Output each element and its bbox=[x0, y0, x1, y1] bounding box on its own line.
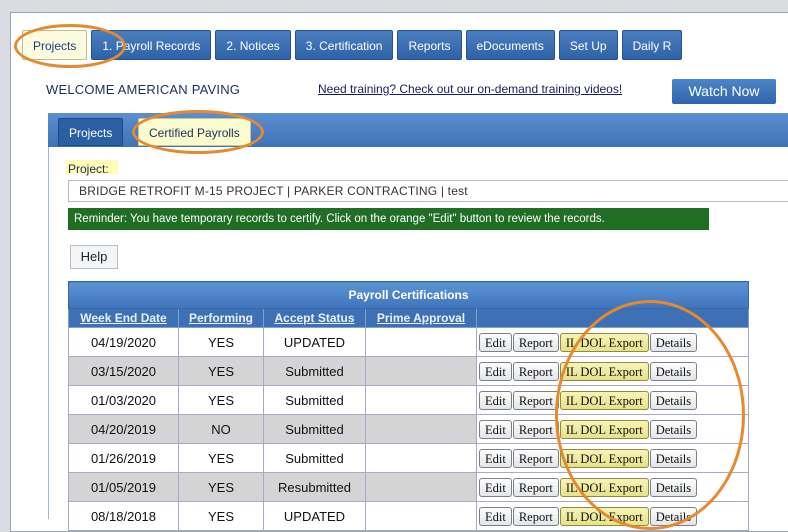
details-button[interactable]: Details bbox=[649, 506, 698, 526]
sub-tab-certified-payrolls[interactable]: Certified Payrolls bbox=[138, 118, 251, 146]
cell-prime-approval bbox=[365, 472, 477, 502]
il-dol-export-button[interactable]: IL DOL Export bbox=[559, 477, 649, 497]
edit-button[interactable]: Edit bbox=[479, 332, 512, 352]
il-dol-export-button[interactable]: IL DOL Export bbox=[559, 361, 649, 381]
cell-actions: Edit Report IL DOL Export Details bbox=[476, 356, 749, 386]
project-label: Project: bbox=[68, 162, 109, 176]
cell-prime-approval bbox=[365, 501, 477, 531]
reminder-banner: Reminder: You have temporary records to … bbox=[68, 208, 709, 230]
report-button[interactable]: Report bbox=[512, 390, 559, 410]
cell-week-end-date: 01/26/2019 bbox=[68, 443, 179, 473]
cell-performing: YES bbox=[178, 501, 264, 531]
details-button[interactable]: Details bbox=[649, 419, 698, 439]
table-row: 01/03/2020 YES Submitted Edit Report IL DOL E… bbox=[68, 385, 749, 415]
project-select[interactable]: BRIDGE RETROFIT M-15 PROJECT | PARKER CO… bbox=[68, 180, 788, 202]
welcome-text: WELCOME AMERICAN PAVING bbox=[46, 82, 241, 97]
cell-accept-status: Submitted bbox=[263, 385, 366, 415]
il-dol-export-button[interactable]: IL DOL Export bbox=[559, 332, 649, 352]
main-nav: Projects 1. Payroll Records 2. Notices 3… bbox=[22, 30, 788, 60]
cell-week-end-date: 08/18/2018 bbox=[68, 501, 179, 531]
report-button[interactable]: Report bbox=[512, 361, 559, 381]
il-dol-export-button[interactable]: IL DOL Export bbox=[559, 506, 649, 526]
payroll-certifications-table: Payroll Certifications Week End Date Per… bbox=[68, 281, 749, 531]
main-tab-projects[interactable]: Projects bbox=[22, 30, 88, 60]
table-row: 01/26/2019 YES Submitted Edit Report IL DOL E… bbox=[68, 443, 749, 473]
table-row: 03/15/2020 YES Submitted Edit Report IL DOL E… bbox=[68, 356, 749, 386]
table-row: 04/20/2019 NO Submitted Edit Report IL DOL Ex… bbox=[68, 414, 749, 444]
report-button[interactable]: Report bbox=[512, 419, 559, 439]
cell-accept-status: Submitted bbox=[263, 414, 366, 444]
il-dol-export-button[interactable]: IL DOL Export bbox=[559, 448, 649, 468]
cell-actions: Edit Report IL DOL Export Details bbox=[476, 327, 749, 357]
help-button[interactable]: Help bbox=[70, 245, 118, 269]
cell-week-end-date: 01/05/2019 bbox=[68, 472, 179, 502]
column-actions bbox=[476, 308, 749, 328]
cell-performing: YES bbox=[178, 327, 264, 357]
cell-prime-approval bbox=[365, 385, 477, 415]
main-tab-daily[interactable]: Daily R bbox=[621, 30, 683, 60]
cell-accept-status: Resubmitted bbox=[263, 472, 366, 502]
sub-tab-projects[interactable]: Projects bbox=[58, 118, 124, 146]
cell-actions: Edit Report IL DOL Export Details bbox=[476, 472, 749, 502]
details-button[interactable]: Details bbox=[649, 477, 698, 497]
il-dol-export-button[interactable]: IL DOL Export bbox=[559, 419, 649, 439]
il-dol-export-button[interactable]: IL DOL Export bbox=[559, 390, 649, 410]
table-row: 08/18/2018 YES UPDATED Edit Report IL DOL Exp… bbox=[68, 501, 749, 531]
watch-now-button[interactable]: Watch Now bbox=[672, 79, 776, 104]
table-caption: Payroll Certifications bbox=[68, 281, 749, 309]
cell-actions: Edit Report IL DOL Export Details bbox=[476, 414, 749, 444]
edit-button[interactable]: Edit bbox=[479, 419, 512, 439]
edit-button[interactable]: Edit bbox=[479, 448, 512, 468]
column-performing[interactable]: Performing bbox=[178, 308, 264, 328]
cell-performing: YES bbox=[178, 443, 264, 473]
details-button[interactable]: Details bbox=[649, 361, 698, 381]
main-tab-reports[interactable]: Reports bbox=[397, 30, 462, 60]
cell-performing: NO bbox=[178, 414, 264, 444]
cell-prime-approval bbox=[365, 356, 477, 386]
edit-button[interactable]: Edit bbox=[479, 506, 512, 526]
cell-performing: YES bbox=[178, 356, 264, 386]
table-row: 01/05/2019 YES Resubmitted Edit Report IL DOL… bbox=[68, 472, 749, 502]
main-tab-payroll-records[interactable]: 1. Payroll Records bbox=[91, 30, 212, 60]
cell-prime-approval bbox=[365, 414, 477, 444]
cell-actions: Edit Report IL DOL Export Details bbox=[476, 385, 749, 415]
report-button[interactable]: Report bbox=[512, 477, 559, 497]
details-button[interactable]: Details bbox=[649, 332, 698, 352]
cell-week-end-date: 04/19/2020 bbox=[68, 327, 179, 357]
cell-week-end-date: 01/03/2020 bbox=[68, 385, 179, 415]
cell-prime-approval bbox=[365, 443, 477, 473]
main-tab-notices[interactable]: 2. Notices bbox=[215, 30, 291, 60]
edit-button[interactable]: Edit bbox=[479, 390, 512, 410]
cell-week-end-date: 04/20/2019 bbox=[68, 414, 179, 444]
column-prime-approval[interactable]: Prime Approval bbox=[365, 308, 477, 328]
cell-accept-status: UPDATED bbox=[263, 501, 366, 531]
report-button[interactable]: Report bbox=[512, 448, 559, 468]
cell-prime-approval bbox=[365, 327, 477, 357]
details-button[interactable]: Details bbox=[649, 390, 698, 410]
training-link[interactable]: Need training? Check out our on-demand t… bbox=[318, 82, 622, 96]
cell-accept-status: UPDATED bbox=[263, 327, 366, 357]
report-button[interactable]: Report bbox=[512, 506, 559, 526]
column-week-end-date[interactable]: Week End Date bbox=[68, 308, 179, 328]
cell-week-end-date: 03/15/2020 bbox=[68, 356, 179, 386]
cell-performing: YES bbox=[178, 385, 264, 415]
cell-actions: Edit Report IL DOL Export Details bbox=[476, 443, 749, 473]
main-tab-setup[interactable]: Set Up bbox=[558, 30, 618, 60]
cell-accept-status: Submitted bbox=[263, 443, 366, 473]
cell-performing: YES bbox=[178, 472, 264, 502]
main-tab-edocuments[interactable]: eDocuments bbox=[465, 30, 555, 60]
details-button[interactable]: Details bbox=[649, 448, 698, 468]
cell-actions: Edit Report IL DOL Export Details bbox=[476, 501, 749, 531]
edit-button[interactable]: Edit bbox=[479, 361, 512, 381]
report-button[interactable]: Report bbox=[512, 332, 559, 352]
table-row: 04/19/2020 YES UPDATED Edit Report IL DOL Exp… bbox=[68, 327, 749, 357]
column-accept-status[interactable]: Accept Status bbox=[263, 308, 366, 328]
cell-accept-status: Submitted bbox=[263, 356, 366, 386]
main-tab-certification[interactable]: 3. Certification bbox=[294, 30, 394, 60]
edit-button[interactable]: Edit bbox=[479, 477, 512, 497]
